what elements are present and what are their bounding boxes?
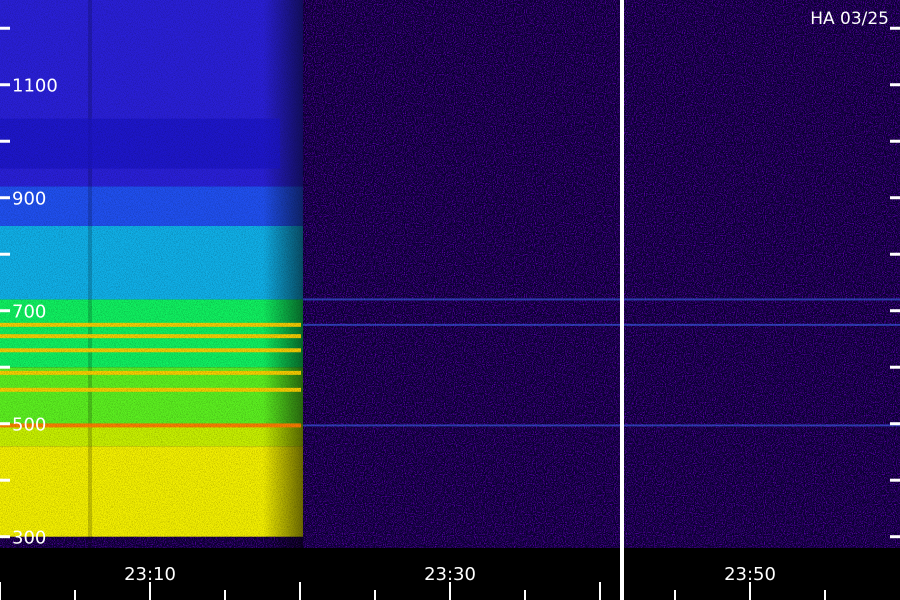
xtick [299, 582, 301, 600]
spectrogram-chart: 300 500 700 900 1100 23:10 23:30 23:50 HA 03/2… [0, 0, 900, 600]
ytick-left [0, 535, 10, 539]
ytick-label: 500 [12, 415, 46, 436]
ytick-right [890, 83, 900, 87]
ytick-right [890, 365, 900, 369]
ytick-left [0, 83, 10, 87]
xtick [0, 582, 1, 600]
chart-title: HA 03/25 [810, 9, 889, 29]
ytick-right [890, 139, 900, 143]
separator-layer [620, 0, 624, 600]
ytick-right [890, 309, 900, 313]
xtick-label: 23:30 [424, 564, 476, 585]
ytick-left [0, 196, 10, 200]
ytick-right [890, 196, 900, 200]
ytick-label: 700 [12, 302, 46, 323]
ytick-right [890, 26, 900, 30]
ytick-right [890, 422, 900, 426]
spectrogram-svg: 300 500 700 900 1100 23:10 23:30 23:50 HA 03/2… [0, 0, 900, 600]
xtick [599, 582, 601, 600]
ytick-right [890, 478, 900, 482]
xtick [224, 590, 226, 600]
xtick [374, 590, 376, 600]
ytick-left [0, 139, 10, 143]
xtick [674, 590, 676, 600]
xtick [824, 590, 826, 600]
separator-line [620, 0, 624, 600]
xtick [74, 590, 76, 600]
ytick-right [890, 535, 900, 539]
ytick-left [0, 252, 10, 256]
persistent-line [303, 298, 900, 301]
ytick-right [890, 252, 900, 256]
ytick-left [0, 26, 10, 30]
xtick-label: 23:50 [724, 564, 776, 585]
xtick-label: 23:10 [124, 564, 176, 585]
ytick-left [0, 365, 10, 369]
ytick-left [0, 309, 10, 313]
persistent-line [303, 323, 900, 326]
xtick [524, 590, 526, 600]
ytick-label: 1100 [12, 76, 58, 97]
ytick-left [0, 422, 10, 426]
ytick-left [0, 478, 10, 482]
ytick-label: 300 [12, 528, 46, 549]
ytick-label: 900 [12, 189, 46, 210]
persistent-line [303, 424, 900, 427]
